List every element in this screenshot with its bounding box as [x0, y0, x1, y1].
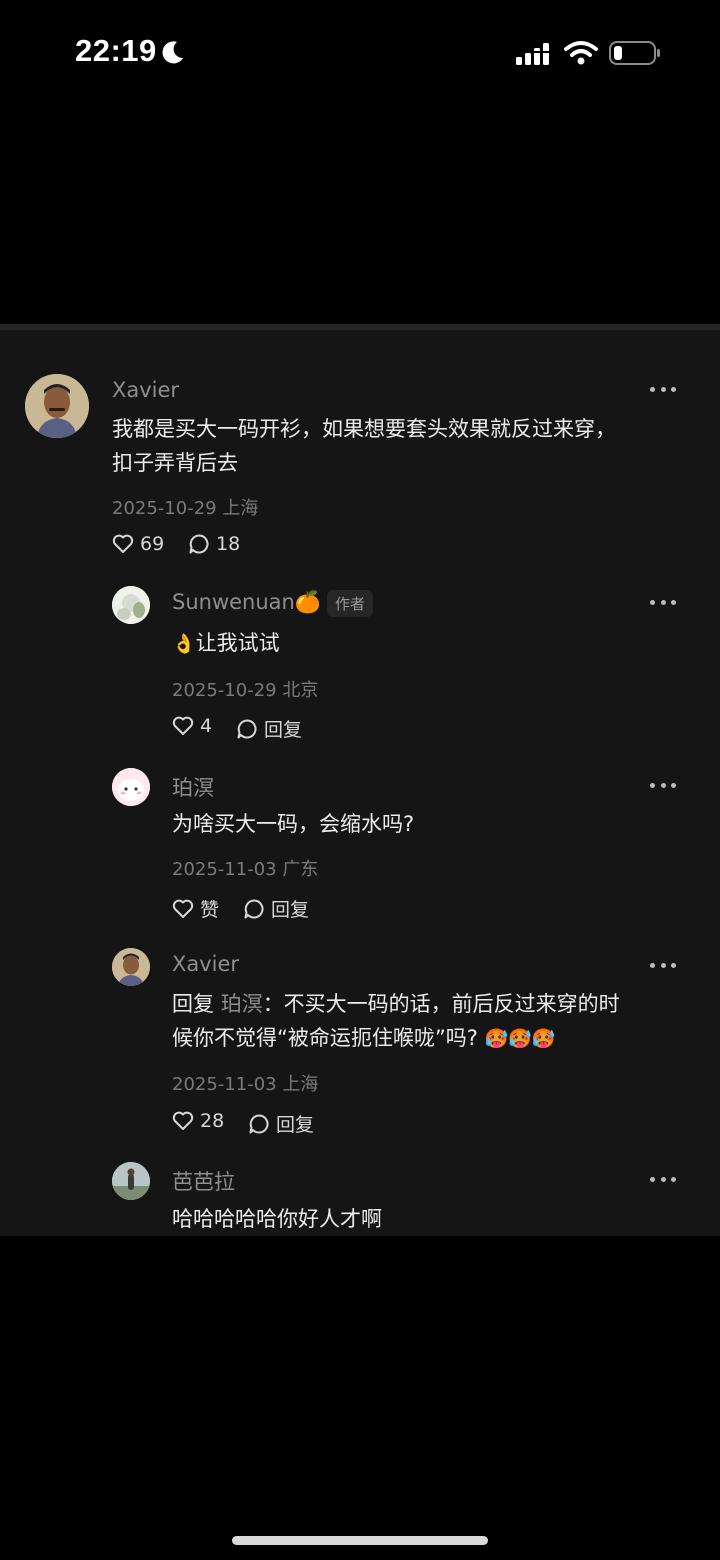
reply-text: 哈哈哈哈哈你好人才啊 [172, 1207, 382, 1231]
avatar[interactable] [112, 1162, 150, 1200]
user-photo-icon [112, 1162, 150, 1200]
user-photo-icon [112, 948, 150, 986]
like-button[interactable]: 69 [112, 533, 164, 555]
more-options-icon[interactable] [650, 781, 676, 789]
more-options-icon[interactable] [650, 961, 676, 969]
avatar[interactable] [112, 768, 150, 806]
reply-text-line: 候你不觉得“被命运扼住喉咙”吗? 🥵🥵🥵 [172, 1026, 556, 1050]
user-photo-icon [112, 586, 150, 624]
status-bar: 22:19 [0, 0, 720, 110]
like-label: 赞 [200, 899, 220, 921]
heart-icon [172, 1111, 194, 1130]
comment-text-line: 我都是买大一码开衫，如果想要套头效果就反过来穿， [112, 417, 616, 441]
reply-author[interactable]: Xavier [172, 952, 239, 976]
user-photo-icon [112, 768, 150, 806]
reply-button[interactable]: 回复 [248, 1110, 314, 1137]
more-options-icon[interactable] [650, 385, 676, 393]
reply-button[interactable]: 回复 [243, 895, 309, 922]
avatar[interactable] [112, 586, 150, 624]
reply-author[interactable]: 芭芭拉 [172, 1166, 235, 1196]
reply-label: 回复 [271, 899, 310, 921]
like-button[interactable]: 28 [172, 1110, 224, 1132]
comment-bubble-icon [189, 534, 209, 554]
home-indicator[interactable] [232, 1536, 488, 1545]
reply-text: 为啥买大一码，会缩水吗? [172, 812, 415, 836]
comment-bubble-icon [249, 1113, 269, 1133]
author-badge: 作者 [327, 590, 374, 617]
like-count: 69 [140, 533, 165, 555]
more-options-icon[interactable] [650, 1175, 676, 1183]
status-time: 22:19 [75, 33, 157, 68]
reply-text-line: 回复 珀溟：不买大一码的话，前后反过来穿的时 [172, 992, 620, 1016]
avatar[interactable] [25, 374, 89, 438]
reply-meta: 2025-10-29 北京 [172, 680, 319, 701]
reply-author[interactable]: Sunwenuan🍊 [172, 590, 321, 615]
like-count: 28 [200, 1110, 225, 1132]
reply-author[interactable]: 珀溟 [172, 772, 214, 802]
user-photo-icon [25, 374, 89, 438]
comment-bubble-icon [237, 718, 257, 738]
reply-label: 回复 [264, 719, 303, 741]
cellular-signal-icon [515, 43, 551, 65]
comments-panel: Xavier 我都是买大一码开衫，如果想要套头效果就反过来穿， 扣子弄背后去 2… [0, 324, 720, 1236]
hot-face-emoji: 🥵🥵🥵 [484, 1028, 556, 1050]
comment-text-line: 扣子弄背后去 [112, 451, 238, 475]
comment-bubble-icon [244, 898, 264, 918]
like-count: 4 [200, 715, 213, 737]
like-button[interactable]: 赞 [172, 895, 219, 922]
mention-link[interactable]: 珀溟 [221, 992, 263, 1016]
comment-meta: 2025-10-29 上海 [112, 498, 259, 519]
heart-icon [172, 716, 194, 735]
reply-label: 回复 [276, 1114, 315, 1136]
orange-emoji: 🍊 [294, 590, 321, 614]
moon-icon [162, 41, 183, 64]
wifi-icon [564, 41, 598, 65]
heart-icon [112, 534, 134, 553]
reply-meta: 2025-11-03 广东 [172, 859, 319, 880]
reply-count: 18 [216, 533, 241, 555]
ok-hand-emoji: 👌 [172, 633, 196, 655]
battery-icon [609, 41, 660, 65]
heart-icon [172, 899, 194, 918]
reply-button[interactable]: 18 [188, 533, 240, 555]
comment-author[interactable]: Xavier [112, 378, 179, 402]
more-options-icon[interactable] [650, 598, 676, 606]
like-button[interactable]: 4 [172, 715, 212, 737]
avatar[interactable] [112, 948, 150, 986]
reply-text: 👌让我试试 [172, 631, 280, 655]
reply-button[interactable]: 回复 [236, 715, 302, 742]
reply-meta: 2025-11-03 上海 [172, 1074, 319, 1095]
